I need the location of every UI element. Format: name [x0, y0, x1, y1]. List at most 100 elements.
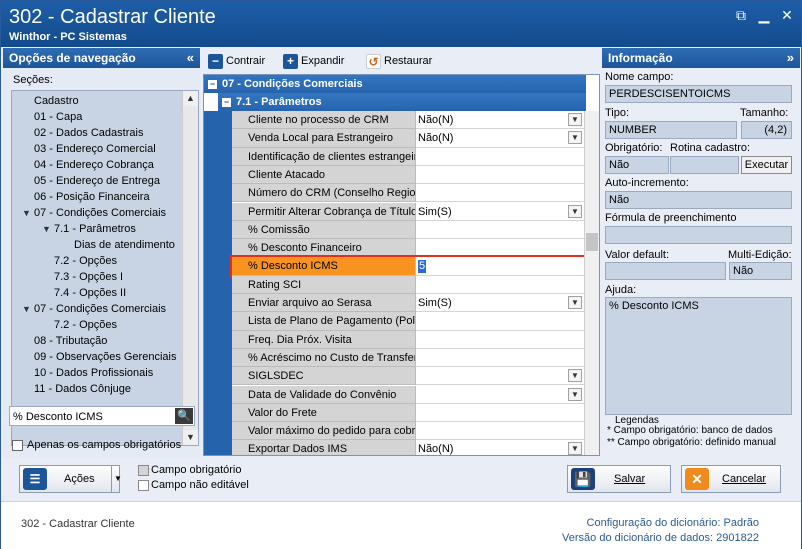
- grid-row[interactable]: SIGLSDEC ▼: [232, 367, 584, 386]
- grid-row[interactable]: Valor máximo do pedido para cobrança: [232, 422, 584, 441]
- tree-item[interactable]: 07 - Condições Comerciais: [34, 301, 166, 317]
- collapse-label: Contrair: [226, 55, 266, 67]
- restore-window-icon[interactable]: ⧉: [733, 7, 749, 23]
- only-required-checkbox[interactable]: [12, 440, 23, 451]
- grid-row[interactable]: % Desconto Financeiro: [232, 239, 584, 258]
- grid-row-value[interactable]: [416, 239, 584, 258]
- expand-button[interactable]: + Expandir: [283, 52, 344, 70]
- tree-item[interactable]: 01 - Capa: [34, 109, 82, 125]
- grid-row-label: Freq. Dia Próx. Visita: [232, 330, 416, 349]
- tree-item[interactable]: 03 - Endereço Comercial: [34, 141, 156, 157]
- tree-item[interactable]: 06 - Posição Financeira: [34, 189, 150, 205]
- tree-item[interactable]: 09 - Observações Gerenciais: [34, 349, 176, 365]
- collapse-section-icon[interactable]: −: [208, 79, 217, 89]
- execute-button[interactable]: Executar: [741, 156, 792, 174]
- grid-row[interactable]: Data de Validade do Convênio ▼: [232, 385, 584, 404]
- selected-value-text[interactable]: 5: [418, 260, 427, 274]
- grid-scrollbar[interactable]: [584, 111, 599, 455]
- only-required-label: Apenas os campos obrigatórios: [27, 439, 182, 451]
- tree-item[interactable]: 02 - Dados Cadastrais: [34, 125, 143, 141]
- grid-row[interactable]: Identificação de clientes estrangeiros: [232, 147, 584, 166]
- grid-row-selected[interactable]: % Desconto ICMS 5: [230, 255, 586, 278]
- dropdown-chevron-icon[interactable]: ▼: [568, 131, 582, 145]
- grid-scroll-thumb[interactable]: [586, 233, 598, 251]
- grid-row-value[interactable]: [416, 330, 584, 349]
- dropdown-chevron-icon[interactable]: ▼: [568, 113, 582, 126]
- collapse-info-icon[interactable]: »: [787, 48, 794, 68]
- tree-item[interactable]: 05 - Endereço de Entrega: [34, 173, 160, 189]
- scroll-down-icon[interactable]: ▼: [183, 430, 198, 445]
- dropdown-chevron-icon[interactable]: ▼: [568, 204, 582, 218]
- tree-item[interactable]: 7.2 - Opções: [54, 317, 117, 333]
- subsection-header[interactable]: −7.1 - Parâmetros: [218, 93, 586, 111]
- grid-row[interactable]: Exportar Dados IMS Não(N) ▼: [232, 440, 584, 455]
- section-header[interactable]: −07 - Condições Comerciais: [204, 75, 586, 93]
- sections-tree[interactable]: Cadastro 01 - Capa 02 - Dados Cadastrais 03…: [11, 90, 199, 446]
- tree-item[interactable]: 7.2 - Opções: [54, 253, 117, 269]
- grid-row[interactable]: Freq. Dia Próx. Visita: [232, 330, 584, 349]
- grid-row-value[interactable]: [416, 184, 584, 203]
- dropdown-chevron-icon[interactable]: ▼: [568, 369, 582, 383]
- dropdown-chevron-icon[interactable]: ▼: [568, 442, 582, 455]
- tree-expand-icon[interactable]: ▼: [22, 205, 31, 221]
- grid-row-value[interactable]: Sim(S) ▼: [416, 294, 584, 313]
- grid-row-value[interactable]: [416, 147, 584, 166]
- tree-item[interactable]: 07 - Condições Comerciais: [34, 205, 166, 221]
- actions-dropdown-icon[interactable]: ▼: [111, 466, 122, 492]
- tree-item[interactable]: 7.3 - Opções I: [54, 269, 123, 285]
- grid-row-value[interactable]: [416, 165, 584, 185]
- grid-row-value[interactable]: [416, 348, 584, 368]
- save-button[interactable]: 💾 Salvar: [567, 465, 671, 493]
- grid-toolbar: − Contrair + Expandir ↺ Restaurar: [203, 49, 598, 73]
- scroll-up-icon[interactable]: ▲: [183, 91, 198, 106]
- grid-row-value[interactable]: Não(N) ▼: [416, 129, 584, 148]
- grid-row[interactable]: Enviar arquivo ao Serasa Sim(S) ▼: [232, 294, 584, 313]
- grid-row-value[interactable]: [416, 312, 584, 331]
- tree-item[interactable]: 04 - Endereço Cobrança: [34, 157, 154, 173]
- grid-row-value[interactable]: Sim(S) ▼: [416, 202, 584, 221]
- grid-row[interactable]: % Acréscimo no Custo de Transferência: [232, 348, 584, 368]
- tree-item[interactable]: Cadastro: [34, 93, 79, 109]
- tree-item[interactable]: 7.1 - Parâmetros: [54, 221, 136, 237]
- minimize-icon[interactable]: ▁: [756, 7, 772, 23]
- tree-expand-icon[interactable]: ▼: [22, 301, 31, 317]
- tree-item[interactable]: 10 - Dados Profissionais: [34, 365, 153, 381]
- tree-scrollbar[interactable]: ▲ ▼: [182, 91, 198, 445]
- close-icon[interactable]: ✕: [779, 7, 795, 23]
- grid-row[interactable]: Lista de Plano de Pagamento (Políticas): [232, 312, 584, 331]
- grid-row[interactable]: Cliente Atacado: [232, 165, 584, 185]
- grid-row-value[interactable]: [416, 275, 584, 294]
- grid-row[interactable]: Cliente no processo de CRM Não(N) ▼: [232, 111, 584, 130]
- collapse-button[interactable]: − Contrair: [208, 52, 265, 70]
- tree-item[interactable]: 08 - Tributação: [34, 333, 107, 349]
- grid-row[interactable]: % Comissão: [232, 220, 584, 240]
- grid-row-value[interactable]: [416, 220, 584, 240]
- search-icon[interactable]: 🔍: [175, 408, 193, 424]
- tree-item[interactable]: 11 - Dados Cônjuge: [34, 381, 131, 397]
- collapse-subsection-icon[interactable]: −: [222, 97, 231, 107]
- grid-row-value[interactable]: ▼: [416, 367, 584, 386]
- grid-row[interactable]: Rating SCI: [232, 275, 584, 294]
- grid-row-value[interactable]: Não(N) ▼: [416, 111, 584, 130]
- cancel-button[interactable]: ✕ Cancelar: [681, 465, 781, 493]
- actions-button[interactable]: ☰ Ações ▼: [19, 465, 122, 493]
- tree-item[interactable]: 7.4 - Opções II: [54, 285, 126, 301]
- tree-item[interactable]: Dias de atendimento: [74, 237, 175, 253]
- section-search-input[interactable]: [13, 409, 173, 424]
- grid-row-value[interactable]: ▼: [416, 385, 584, 404]
- dropdown-chevron-icon[interactable]: ▼: [568, 296, 582, 309]
- tree-expand-icon[interactable]: ▼: [42, 221, 51, 237]
- dictionary-config: Configuração do dicionário: Padrão: [587, 517, 759, 529]
- grid-row-value[interactable]: [416, 403, 584, 423]
- dropdown-chevron-icon[interactable]: ▼: [568, 387, 582, 401]
- grid-row-label: Data de Validade do Convênio: [232, 385, 416, 404]
- grid-row-value[interactable]: [416, 422, 584, 441]
- collapse-navigation-icon[interactable]: «: [187, 48, 194, 68]
- grid-row-value[interactable]: 5: [416, 257, 584, 276]
- grid-row[interactable]: Permitir Alterar Cobrança de Título Sim(S…: [232, 202, 584, 221]
- grid-row-value[interactable]: Não(N) ▼: [416, 440, 584, 455]
- grid-row[interactable]: Valor do Frete: [232, 403, 584, 423]
- grid-row[interactable]: Venda Local para Estrangeiro Não(N) ▼: [232, 129, 584, 148]
- grid-row[interactable]: Número do CRM (Conselho Regional): [232, 184, 584, 203]
- restore-button[interactable]: ↺ Restaurar: [366, 52, 432, 70]
